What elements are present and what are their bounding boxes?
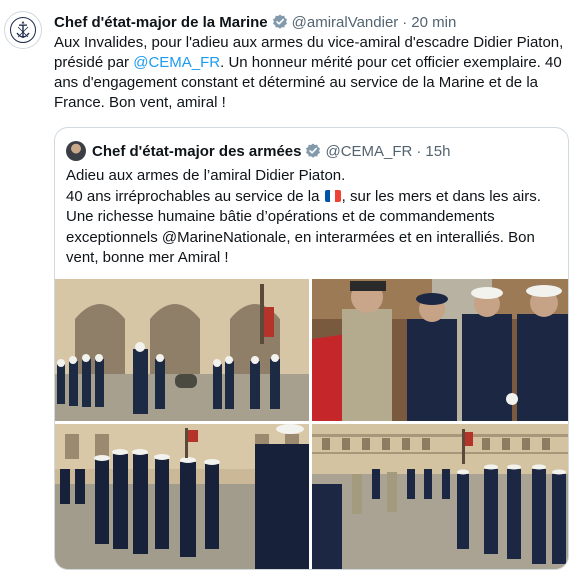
mention-link[interactable]: @CEMA_FR <box>133 54 220 71</box>
verified-badge-icon <box>305 143 321 159</box>
quoted-tweet-timestamp[interactable]: 15h <box>425 143 450 160</box>
author-name[interactable]: Chef d'état-major de la Marine <box>54 14 268 31</box>
france-flag-icon <box>324 189 341 202</box>
verified-badge-icon <box>272 14 288 30</box>
quoted-tweet-text: Adieu aux armes de l’amiral Didier Piato… <box>66 166 561 269</box>
media-grid <box>55 279 568 569</box>
quoted-text-line: Une richesse humaine bâtie d’opérations … <box>66 208 535 266</box>
quoted-author-name[interactable]: Chef d'état-major des armées <box>92 143 301 160</box>
tweet[interactable]: Chef d'état-major de la Marine @amiralVa… <box>0 0 580 576</box>
quoted-text-line: Adieu aux armes de l’amiral Didier Piato… <box>66 167 346 184</box>
author-avatar[interactable] <box>4 11 42 49</box>
quoted-text-part: , sur les mers et dans les airs. <box>341 187 541 205</box>
naval-anchor-emblem-icon <box>10 17 36 43</box>
media-photo[interactable] <box>55 279 309 421</box>
media-photo[interactable] <box>55 424 309 569</box>
tweet-text: Aux Invalides, pour l'adieu aux armes du… <box>54 33 564 113</box>
quoted-author-handle[interactable]: @CEMA_FR <box>325 143 412 160</box>
quoted-tweet[interactable]: Chef d'état-major des armées @CEMA_FR · … <box>54 127 569 570</box>
quoted-author-avatar[interactable] <box>66 141 86 161</box>
media-photo[interactable] <box>312 424 568 569</box>
separator-dot: · <box>402 13 408 31</box>
quoted-text-line: 40 ans irréprochables au service de la ,… <box>66 187 561 208</box>
quoted-text-part: 40 ans irréprochables au service de la <box>66 187 324 205</box>
media-photo[interactable] <box>312 279 568 421</box>
tweet-header: Chef d'état-major de la Marine @amiralVa… <box>54 12 456 32</box>
tweet-timestamp[interactable]: 20 min <box>411 14 456 31</box>
separator-dot: · <box>416 142 422 160</box>
quoted-tweet-header: Chef d'état-major des armées @CEMA_FR · … <box>66 140 450 162</box>
author-handle[interactable]: @amiralVandier <box>292 14 399 31</box>
